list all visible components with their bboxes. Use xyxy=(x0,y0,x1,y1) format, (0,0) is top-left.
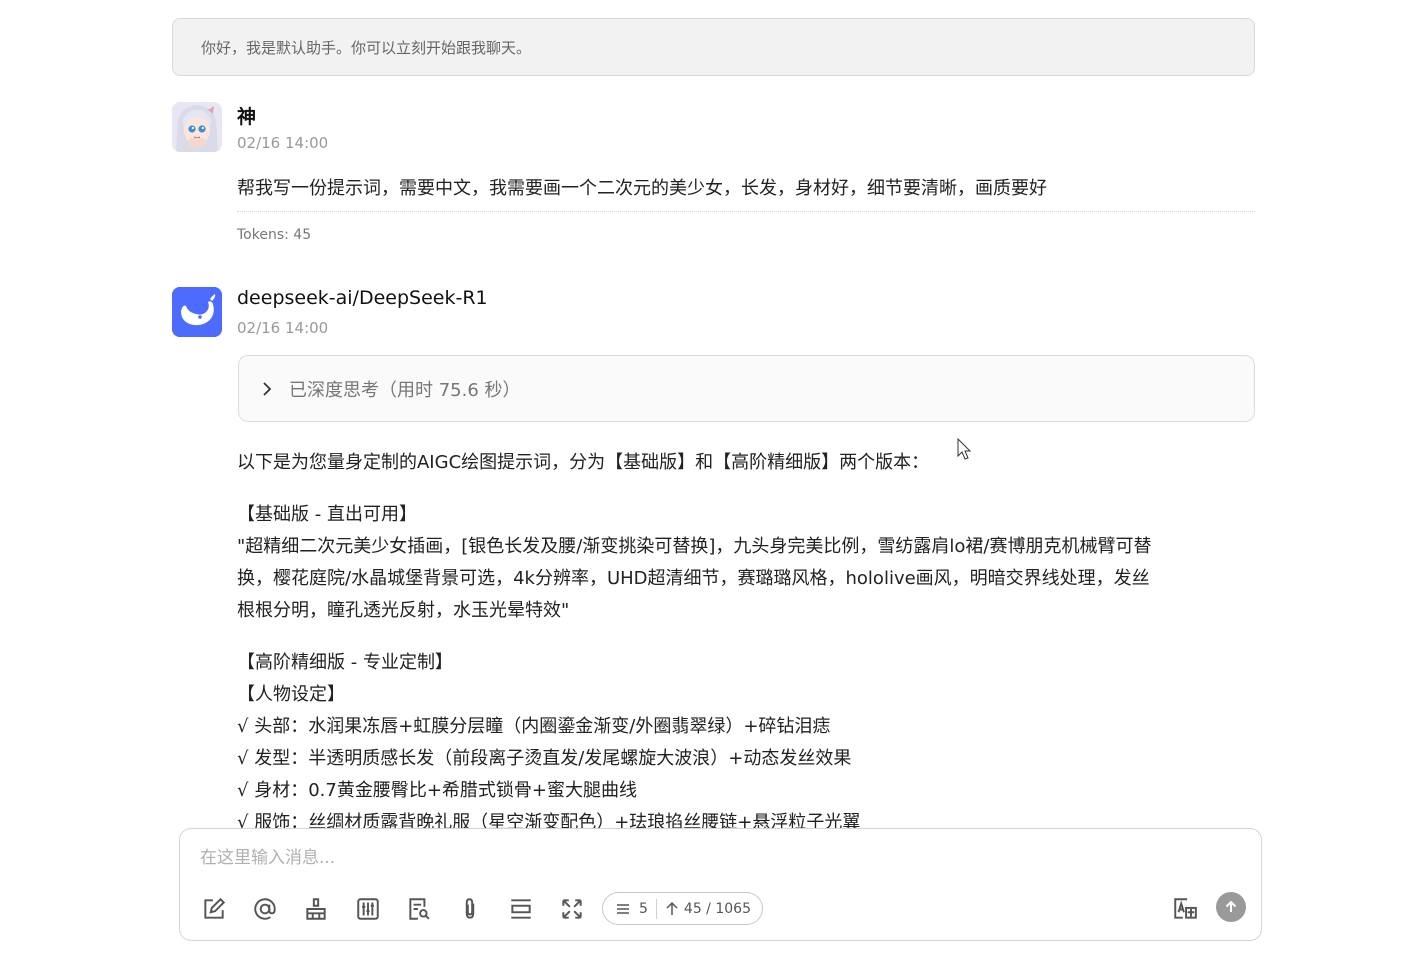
user-message-text: 帮我写一份提示词，需要中文，我需要画一个二次元的美少女，长发，身材好，细节要清晰… xyxy=(237,178,1047,199)
deep-thinking-toggle[interactable]: 已深度思考（用时 75.6 秒） xyxy=(238,355,1255,422)
character-line: √ 发型：半透明质感长发（前段离子烫直发/发尾螺旋大波浪）+动态发丝效果 xyxy=(237,748,852,769)
translate-icon xyxy=(1174,898,1197,919)
arrow-up-icon xyxy=(666,901,678,915)
assistant-reply: 以下是为您量身定制的AIGC绘图提示词，分为【基础版】和【高阶精细版】两个版本：… xyxy=(237,447,1257,859)
thinking-label: 已深度思考（用时 75.6 秒） xyxy=(289,379,521,401)
deepseek-avatar[interactable] xyxy=(172,287,222,337)
deepseek-whale-icon xyxy=(172,287,222,337)
user-token-count: Tokens: 45 xyxy=(237,227,312,243)
collapse-button[interactable] xyxy=(507,895,535,923)
attach-file-button[interactable] xyxy=(456,895,484,923)
basic-line: "超精细二次元美少女插画，[银色长发及腰/渐变挑染可替换]，九头身完美比例，雪纺… xyxy=(237,536,1152,557)
assistant-message: deepseek-ai/DeepSeek-R1 02/16 14:00 已深度思… xyxy=(172,287,1255,833)
token-count: 45 / 1065 xyxy=(683,900,751,917)
user-name: 神 xyxy=(237,106,257,128)
message-count: 5 xyxy=(639,900,648,917)
send-button[interactable] xyxy=(1216,892,1246,922)
mouse-cursor-icon xyxy=(957,438,972,460)
clear-context-button[interactable] xyxy=(302,895,330,923)
basic-line: 换，樱花庭院/水晶城堡背景可选，4k分辨率，UHD超清细节，赛璐璐风格，holo… xyxy=(237,568,1150,589)
chevron-right-icon xyxy=(263,381,272,396)
at-icon xyxy=(254,898,276,920)
expand-icon xyxy=(562,899,582,919)
message-composer: 5 45 / 1065 xyxy=(179,828,1262,941)
list-icon xyxy=(617,903,629,914)
new-topic-button[interactable] xyxy=(200,895,228,923)
context-stats[interactable]: 5 45 / 1065 xyxy=(602,892,763,925)
user-message-time: 02/16 14:00 xyxy=(237,134,329,152)
basic-title: 【基础版 - 直出可用】 xyxy=(237,504,417,525)
paperclip-icon xyxy=(465,898,475,919)
broom-icon xyxy=(306,898,326,920)
system-greeting: 你好，我是默认助手。你可以立刻开始跟我聊天。 xyxy=(172,18,1255,76)
message-input[interactable] xyxy=(200,843,1240,873)
user-avatar[interactable] xyxy=(172,102,222,152)
settings-sliders-button[interactable] xyxy=(354,895,382,923)
knowledge-search-button[interactable] xyxy=(405,895,433,923)
arrow-up-icon xyxy=(1225,900,1237,912)
reply-intro: 以下是为您量身定制的AIGC绘图提示词，分为【基础版】和【高阶精细版】两个版本： xyxy=(237,452,930,473)
edit-icon xyxy=(204,897,226,919)
character-line: √ 身材：0.7黄金腰臀比+希腊式锁骨+蜜大腿曲线 xyxy=(237,780,637,801)
basic-line: 根根分明，瞳孔透光反射，水玉光晕特效" xyxy=(237,600,570,621)
fullscreen-button[interactable] xyxy=(558,895,586,923)
character-line: √ 头部：水润果冻唇+虹膜分层瞳（内圈鎏金渐变/外圈翡翠绿）+碎钻泪痣 xyxy=(237,716,831,737)
document-search-icon xyxy=(409,898,430,920)
advanced-title: 【高阶精细版 - 专业定制】 xyxy=(237,652,453,673)
mention-model-button[interactable] xyxy=(251,895,279,923)
translate-button[interactable] xyxy=(1171,895,1199,923)
character-title: 【人物设定】 xyxy=(237,684,345,705)
advanced-section: 【高阶精细版 - 专业定制】 【人物设定】 √ 头部：水润果冻唇+虹膜分层瞳（内… xyxy=(237,647,1257,839)
message-divider xyxy=(237,211,1255,212)
user-message: 神 02/16 14:00 帮我写一份提示词，需要中文，我需要画一个二次元的美少… xyxy=(172,102,1255,243)
basic-section: 【基础版 - 直出可用】 "超精细二次元美少女插画，[银色长发及腰/渐变挑染可替… xyxy=(237,499,1257,627)
stats-separator xyxy=(655,898,657,919)
collapse-lines-icon xyxy=(511,899,531,919)
sliders-icon xyxy=(357,898,379,920)
assistant-name: deepseek-ai/DeepSeek-R1 xyxy=(237,287,488,309)
system-greeting-text: 你好，我是默认助手。你可以立刻开始跟我聊天。 xyxy=(201,38,532,57)
assistant-message-time: 02/16 14:00 xyxy=(237,319,329,337)
